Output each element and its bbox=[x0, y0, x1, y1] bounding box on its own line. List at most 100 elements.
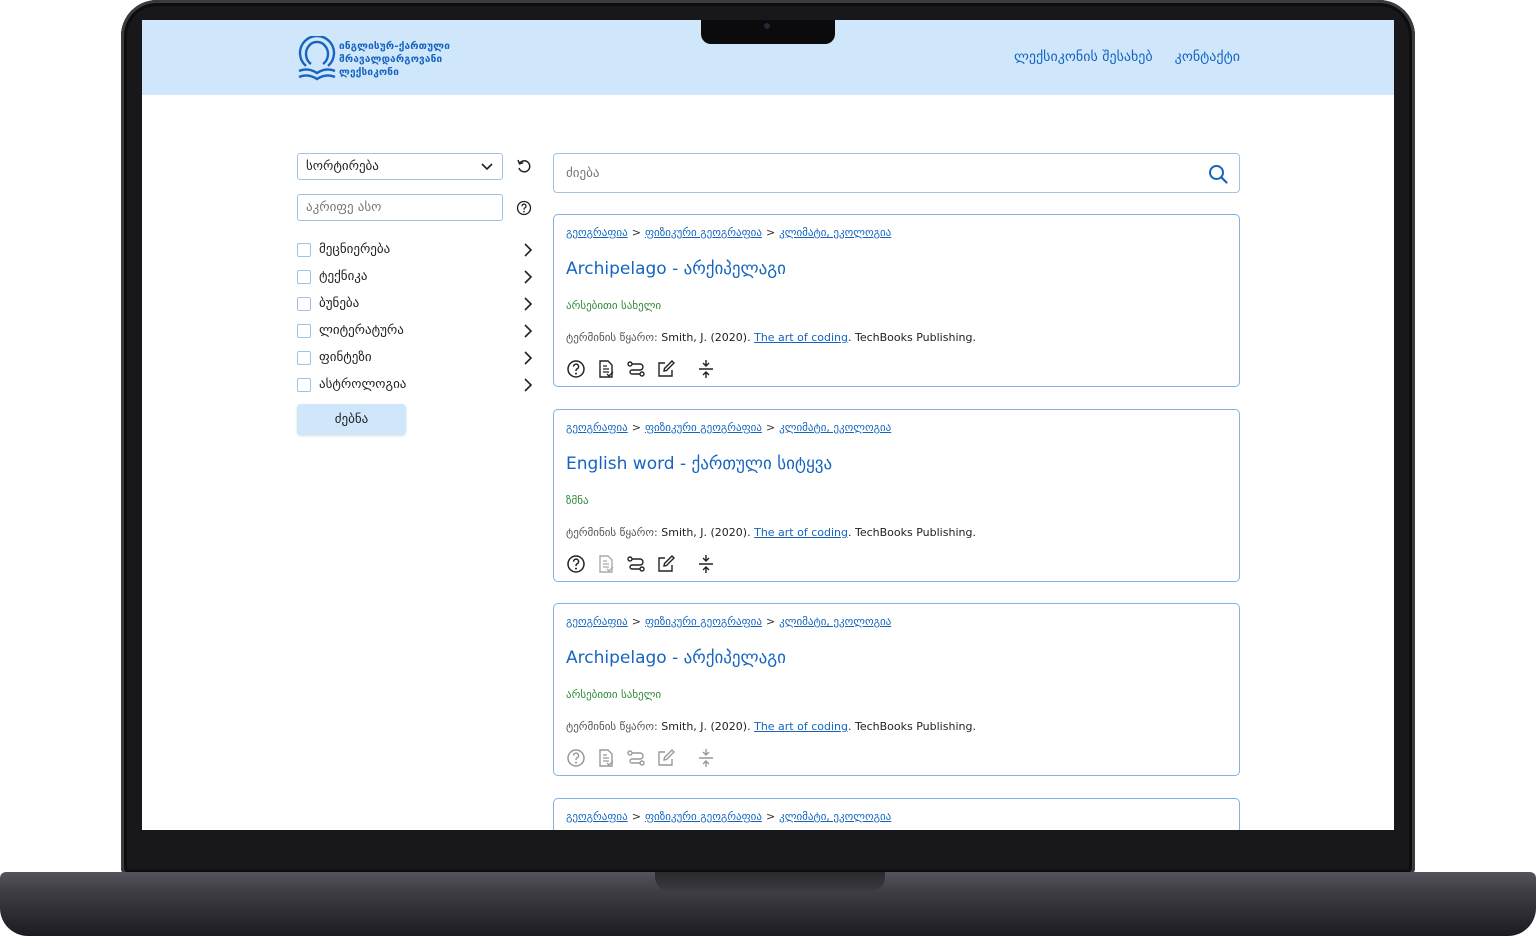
source-label: ტერმინის წყარო: bbox=[566, 331, 658, 344]
sort-select-label: სორტირება bbox=[306, 159, 379, 174]
part-of-speech: არსებითი სახელი bbox=[566, 299, 662, 312]
source-publisher: . TechBooks Publishing. bbox=[848, 526, 976, 539]
chevron-right-icon[interactable] bbox=[523, 351, 533, 365]
chevron-right-icon[interactable] bbox=[523, 378, 533, 392]
edit-icon[interactable] bbox=[656, 748, 676, 768]
edit-icon[interactable] bbox=[656, 359, 676, 379]
source-label: ტერმინის წყარო: bbox=[566, 720, 658, 733]
source-publisher: . TechBooks Publishing. bbox=[848, 720, 976, 733]
category-item-fantasy[interactable]: ფინტეზი bbox=[297, 344, 533, 371]
breadcrumb-link[interactable]: კლიმატი, ეკოლოგია bbox=[779, 810, 891, 823]
category-checkbox[interactable] bbox=[297, 242, 311, 257]
chevron-down-icon bbox=[481, 163, 493, 171]
breadcrumb-link[interactable]: გეოგრაფია bbox=[566, 810, 628, 823]
route-icon[interactable] bbox=[626, 359, 646, 379]
term-card: გეოგრაფია > ფიზიკური გეოგრაფია > კლიმატი, ეკ… bbox=[553, 603, 1240, 776]
reset-icon[interactable] bbox=[516, 158, 532, 174]
chevron-right-icon[interactable] bbox=[523, 324, 533, 338]
source-link[interactable]: The art of coding bbox=[754, 720, 848, 733]
category-checkbox[interactable] bbox=[297, 296, 311, 311]
term-source: ტერმინის წყარო: Smith, J. (2020). The ar… bbox=[566, 526, 976, 539]
category-item-science[interactable]: მეცნიერება bbox=[297, 236, 533, 263]
source-label: ტერმინის წყარო: bbox=[566, 526, 658, 539]
term-title[interactable]: Archipelago - არქიპელაგი bbox=[566, 259, 786, 279]
term-card: გეოგრაფია > ფიზიკური გეოგრაფია > კლიმატი, ეკ… bbox=[553, 798, 1240, 830]
chevron-right-icon[interactable] bbox=[523, 297, 533, 311]
logo-line: ლექსიკონი bbox=[339, 67, 400, 78]
breadcrumb-link[interactable]: ფიზიკური გეოგრაფია bbox=[645, 615, 762, 628]
card-actions bbox=[566, 748, 726, 768]
breadcrumb-link[interactable]: კლიმატი, ეკოლოგია bbox=[779, 615, 891, 628]
part-of-speech: არსებითი სახელი bbox=[566, 688, 662, 701]
category-label: ლიტერატურა bbox=[319, 323, 404, 338]
breadcrumb-link[interactable]: გეოგრაფია bbox=[566, 226, 628, 239]
breadcrumb-link[interactable]: ფიზიკური გეოგრაფია bbox=[645, 421, 762, 434]
logo-line: მრავალდარგოვანი bbox=[339, 54, 443, 65]
breadcrumb-link[interactable]: გეოგრაფია bbox=[566, 421, 628, 434]
logo-text: ინგლისურ-ქართული მრავალდარგოვანი ლექსიკო… bbox=[339, 40, 459, 79]
breadcrumb-link[interactable]: გეოგრაფია bbox=[566, 615, 628, 628]
top-nav: ლექსიკონის შესახებ კონტაქტი bbox=[1014, 49, 1240, 65]
term-source: ტერმინის წყარო: Smith, J. (2020). The ar… bbox=[566, 331, 976, 344]
source-link[interactable]: The art of coding bbox=[754, 526, 848, 539]
chevron-right-icon[interactable] bbox=[523, 243, 533, 257]
term-title[interactable]: English word - ქართული სიტყვა bbox=[566, 454, 832, 474]
logo-line: ინგლისურ-ქართული bbox=[339, 41, 451, 52]
category-item-nature[interactable]: ბუნება bbox=[297, 290, 533, 317]
search-icon[interactable] bbox=[1207, 163, 1229, 185]
edit-icon[interactable] bbox=[656, 554, 676, 574]
screen: ინგლისურ-ქართული მრავალდარგოვანი ლექსიკო… bbox=[142, 20, 1394, 830]
category-checkbox[interactable] bbox=[297, 269, 311, 284]
term-card: გეოგრაფია > ფიზიკური გეოგრაფია > კლიმატი, ეკ… bbox=[553, 214, 1240, 387]
breadcrumb: გეოგრაფია > ფიზიკური გეოგრაფია > კლიმატი, ეკ… bbox=[566, 226, 892, 239]
help-icon[interactable] bbox=[566, 359, 586, 379]
category-checkbox[interactable] bbox=[297, 377, 311, 392]
source-author: Smith, J. (2020). bbox=[661, 720, 751, 733]
category-item-astrology[interactable]: ასტროლოგია bbox=[297, 371, 533, 398]
category-label: ასტროლოგია bbox=[319, 377, 407, 392]
breadcrumb: გეოგრაფია > ფიზიკური გეოგრაფია > კლიმატი, ეკ… bbox=[566, 421, 892, 434]
category-item-literature[interactable]: ლიტერატურა bbox=[297, 317, 533, 344]
help-icon[interactable] bbox=[516, 200, 532, 216]
term-title[interactable]: Archipelago - არქიპელაგი bbox=[566, 648, 786, 668]
document-icon[interactable] bbox=[596, 554, 616, 574]
sort-select[interactable]: სორტირება bbox=[297, 153, 503, 180]
category-label: ბუნება bbox=[319, 296, 360, 311]
source-author: Smith, J. (2020). bbox=[661, 331, 751, 344]
category-list: მეცნიერება ტექნიკა ბუნება ლიტერატურა ფინ… bbox=[297, 236, 533, 398]
search-bar bbox=[553, 153, 1240, 193]
breadcrumb-link[interactable]: ფიზიკური გეოგრაფია bbox=[645, 810, 762, 823]
breadcrumb-link[interactable]: კლიმატი, ეკოლოგია bbox=[779, 226, 891, 239]
source-author: Smith, J. (2020). bbox=[661, 526, 751, 539]
category-checkbox[interactable] bbox=[297, 350, 311, 365]
document-icon[interactable] bbox=[596, 359, 616, 379]
breadcrumb-link[interactable]: ფიზიკური გეოგრაფია bbox=[645, 226, 762, 239]
part-of-speech: ზმნა bbox=[566, 494, 589, 507]
nav-about-link[interactable]: ლექსიკონის შესახებ bbox=[1014, 49, 1153, 65]
route-icon[interactable] bbox=[626, 748, 646, 768]
term-source: ტერმინის წყარო: Smith, J. (2020). The ar… bbox=[566, 720, 976, 733]
route-icon[interactable] bbox=[626, 554, 646, 574]
help-icon[interactable] bbox=[566, 554, 586, 574]
breadcrumb-link[interactable]: კლიმატი, ეკოლოგია bbox=[779, 421, 891, 434]
expand-icon[interactable] bbox=[696, 748, 716, 768]
chevron-right-icon[interactable] bbox=[523, 270, 533, 284]
help-icon[interactable] bbox=[566, 748, 586, 768]
source-link[interactable]: The art of coding bbox=[754, 331, 848, 344]
category-item-technology[interactable]: ტექნიკა bbox=[297, 263, 533, 290]
search-input[interactable] bbox=[566, 162, 1186, 184]
document-icon[interactable] bbox=[596, 748, 616, 768]
card-actions bbox=[566, 554, 726, 574]
category-checkbox[interactable] bbox=[297, 323, 311, 338]
expand-icon[interactable] bbox=[696, 554, 716, 574]
sidebar-search-button[interactable]: ძებნა bbox=[297, 404, 406, 435]
nav-contact-link[interactable]: კონტაქტი bbox=[1175, 49, 1240, 65]
letter-input[interactable] bbox=[297, 194, 503, 221]
breadcrumb: გეოგრაფია > ფიზიკური გეოგრაფია > კლიმატი, ეკ… bbox=[566, 810, 892, 823]
term-card: გეოგრაფია > ფიზიკური გეოგრაფია > კლიმატი, ეკ… bbox=[553, 409, 1240, 582]
camera-icon bbox=[764, 23, 770, 29]
breadcrumb: გეოგრაფია > ფიზიკური გეოგრაფია > კლიმატი, ეკ… bbox=[566, 615, 892, 628]
category-label: ტექნიკა bbox=[319, 269, 368, 284]
category-label: ფინტეზი bbox=[319, 350, 372, 365]
expand-icon[interactable] bbox=[696, 359, 716, 379]
